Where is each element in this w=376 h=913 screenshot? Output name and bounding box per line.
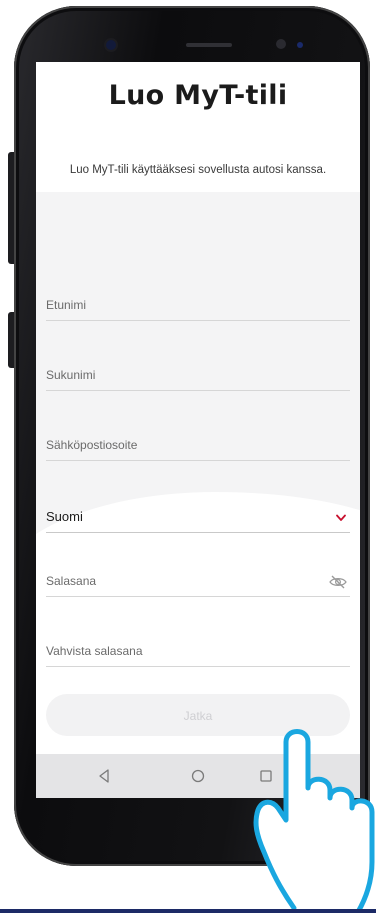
country-value: Suomi <box>46 509 83 524</box>
bottom-bar <box>0 909 376 913</box>
stage: Luo MyT-tili Luo MyT-tili käyttääksesi s… <box>0 0 376 913</box>
password-label: Salasana <box>46 574 97 588</box>
page-subtitle: Luo MyT-tili käyttääksesi sovellusta aut… <box>69 164 327 176</box>
hand-pointer-icon <box>253 729 375 913</box>
sensor-icon <box>297 42 303 48</box>
password-field[interactable]: Salasana <box>46 566 350 597</box>
earpiece <box>186 43 232 47</box>
chevron-down-icon[interactable] <box>336 514 346 522</box>
email-field[interactable]: Sähköpostiosoite <box>46 430 350 461</box>
page-title: Luo MyT-tili <box>108 80 288 111</box>
circle-home-icon[interactable] <box>188 766 208 786</box>
side-button <box>8 312 14 368</box>
last-name-label: Sukunimi <box>46 368 96 382</box>
sensor-icon <box>276 39 286 49</box>
front-camera-icon <box>106 40 116 50</box>
volume-button <box>8 152 14 264</box>
first-name-field[interactable]: Etunimi <box>46 290 350 321</box>
confirm-password-field[interactable]: Vahvista salasana <box>46 636 350 667</box>
confirm-password-label: Vahvista salasana <box>46 644 143 658</box>
country-select[interactable]: Suomi <box>46 502 350 533</box>
email-label: Sähköpostiosoite <box>46 438 138 452</box>
phone-screen: Luo MyT-tili Luo MyT-tili käyttääksesi s… <box>36 62 360 798</box>
last-name-field[interactable]: Sukunimi <box>46 360 350 391</box>
triangle-back-icon[interactable] <box>94 766 114 786</box>
eye-slash-icon[interactable] <box>328 574 348 590</box>
first-name-label: Etunimi <box>46 298 87 312</box>
